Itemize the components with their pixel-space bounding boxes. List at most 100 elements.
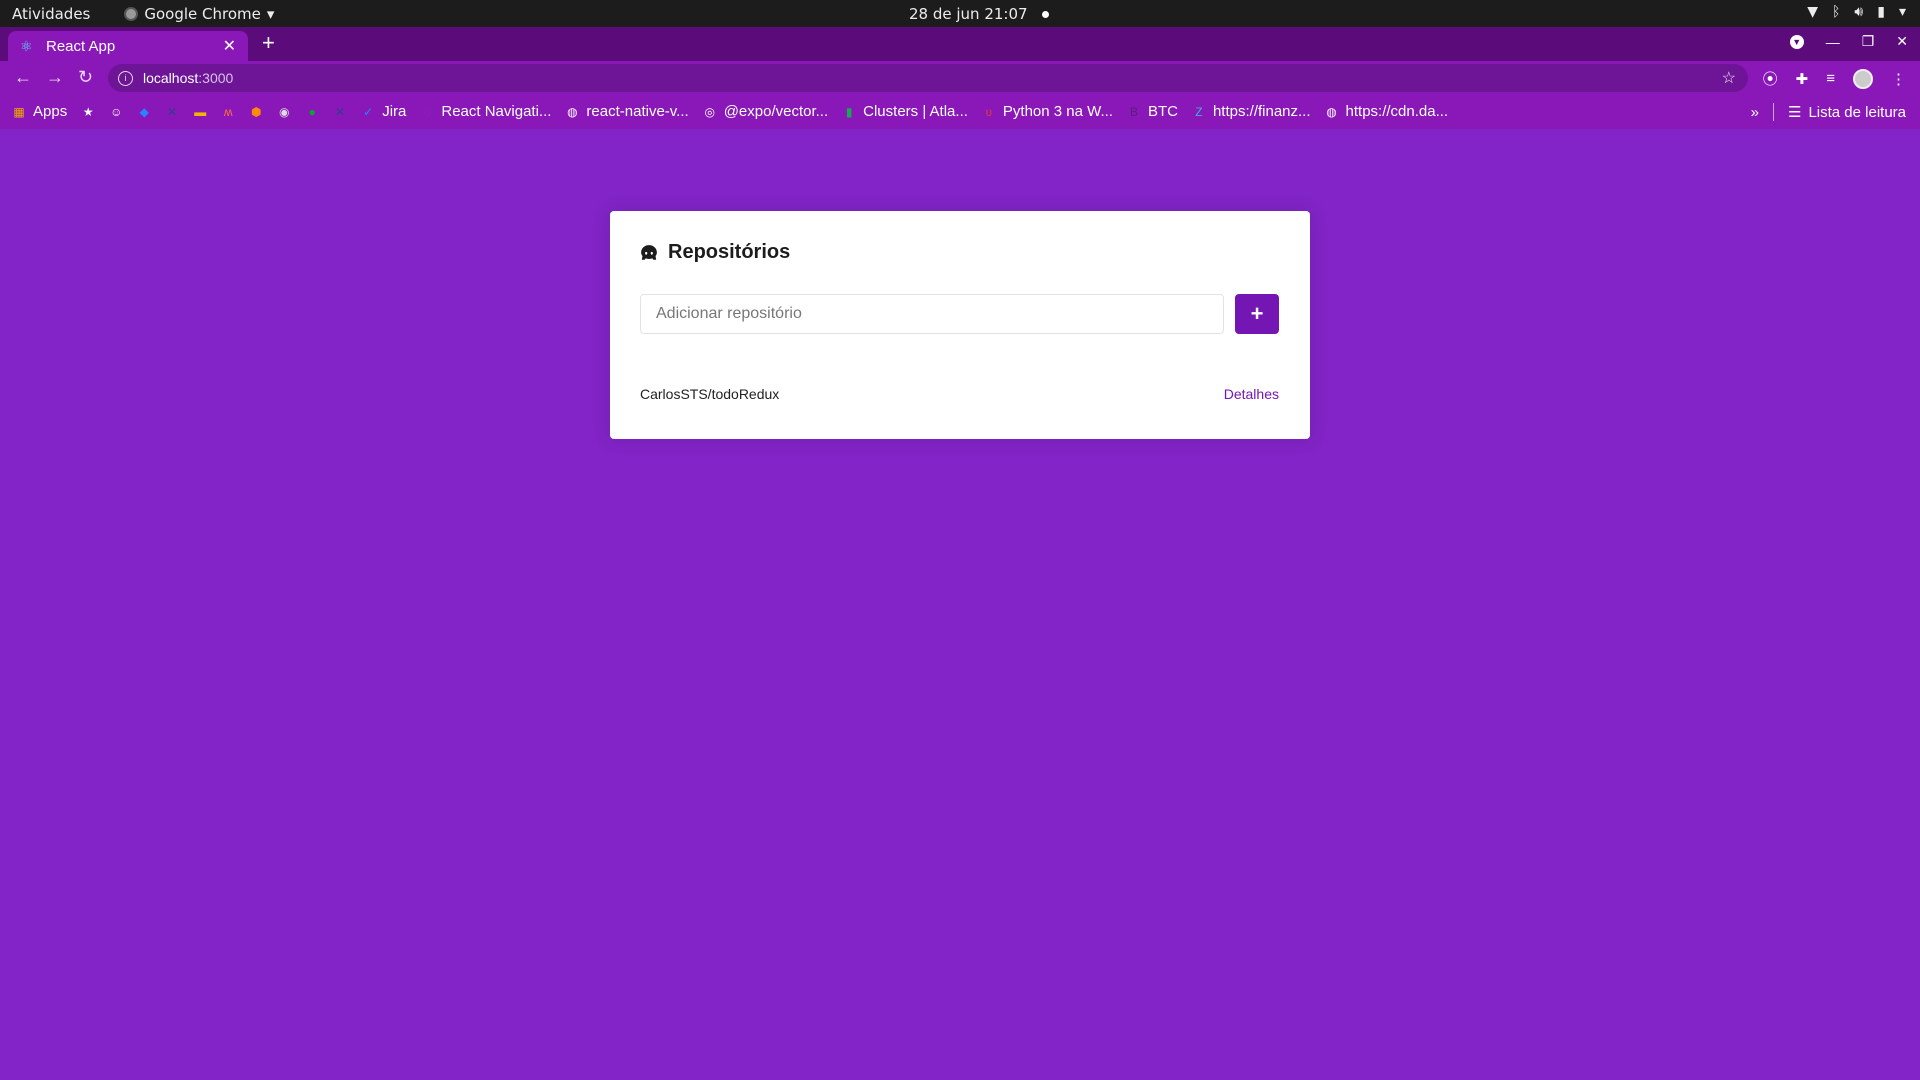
bookmark-label: BTC: [1147, 103, 1178, 120]
battery-icon[interactable]: ▮: [1877, 4, 1885, 20]
divider: [1772, 103, 1774, 121]
bookmark-item[interactable]: ●: [305, 105, 319, 119]
chrome-icon: [124, 7, 139, 21]
extension-icon[interactable]: ⦿: [1763, 68, 1778, 89]
add-repository-button[interactable]: +: [1235, 294, 1279, 334]
card-header: Repositórios: [640, 241, 790, 264]
app-name: Google Chrome: [144, 5, 261, 23]
smiley-icon: ☺: [110, 104, 123, 119]
mongodb-leaf-icon: ▮: [845, 104, 853, 119]
app-menu[interactable]: Google Chrome ▾: [124, 5, 274, 23]
new-tab-button[interactable]: +: [262, 30, 275, 56]
list-item: CarlosSTS/todoRedux Detalhes: [640, 386, 1279, 402]
bookmark-label: react-native-v...: [586, 103, 689, 120]
chevron-down-icon[interactable]: ▾: [1899, 4, 1906, 20]
page-title: Repositórios: [668, 241, 791, 263]
python-icon: ʋ: [985, 104, 993, 119]
volume-icon[interactable]: 🔊︎: [1854, 4, 1863, 20]
close-window-icon[interactable]: ✕: [1896, 33, 1908, 50]
tab-strip: ⚛ React App ✕: [0, 27, 1920, 61]
bookmark-item[interactable]: ▦ Apps: [12, 103, 67, 120]
tab-search-icon[interactable]: ▼: [1789, 34, 1804, 49]
notification-dot-icon: [1041, 10, 1049, 18]
bookmark-label: https://finanz...: [1212, 103, 1311, 120]
bookmark-item[interactable]: ✕: [165, 105, 179, 119]
address-bar[interactable]: i localhost:3000 ☆: [108, 64, 1748, 92]
wifi-icon[interactable]: ▼: [1807, 4, 1818, 20]
bookmark-label: https://cdn.da...: [1345, 103, 1449, 120]
bookmark-item[interactable]: ◍ https://cdn.da...: [1325, 103, 1449, 120]
globe-icon: ◍: [567, 104, 578, 119]
reload-icon[interactable]: ↻: [78, 67, 93, 88]
globe-icon: ◍: [1326, 104, 1337, 119]
restore-icon[interactable]: ❐: [1862, 33, 1875, 50]
reading-list-label: Lista de leitura: [1808, 103, 1906, 121]
bookmark-item[interactable]: ▬: [193, 105, 207, 119]
bluetooth-icon[interactable]: ᛒ: [1832, 4, 1840, 20]
profile-avatar[interactable]: [1853, 68, 1873, 89]
bookmark-label: Jira: [382, 103, 407, 120]
jira-icon: ✓: [363, 104, 374, 119]
star-icon: ★: [82, 104, 94, 119]
info-icon[interactable]: i: [118, 70, 133, 86]
clock[interactable]: 28 de jun 21:07: [909, 5, 1049, 23]
bookmark-item[interactable]: ▮ Clusters | Atla...: [842, 103, 968, 120]
bookmark-item[interactable]: ✕: [333, 105, 347, 119]
minimize-icon[interactable]: —: [1826, 34, 1840, 50]
details-link[interactable]: Detalhes: [1224, 386, 1279, 402]
tab-title: React App: [46, 37, 116, 55]
chevron-down-icon: ▾: [266, 5, 275, 23]
finance-icon: Z: [1195, 104, 1203, 119]
url-text: localhost:3000: [143, 70, 234, 86]
bookmark-label: Python 3 na W...: [1002, 103, 1113, 120]
card-icon: ▬: [194, 104, 207, 119]
bookmark-item[interactable]: ◍ react-native-v...: [565, 103, 689, 120]
bookmark-item[interactable]: ◆: [137, 105, 151, 119]
bookmark-item[interactable]: ◌ React Navigati...: [420, 103, 552, 120]
close-tab-icon[interactable]: ✕: [223, 36, 236, 56]
bookmark-label: Apps: [33, 103, 68, 120]
bookmark-label: @expo/vector...: [723, 103, 829, 120]
system-top-bar: Atividades Google Chrome ▾ 28 de jun 21:…: [0, 0, 1920, 27]
menu-icon[interactable]: ⋮: [1891, 70, 1906, 88]
bookmark-item[interactable]: ☺: [109, 105, 123, 119]
bookmark-item[interactable]: ◎ @expo/vector...: [703, 103, 828, 120]
activities-button[interactable]: Atividades: [12, 5, 90, 23]
bookmark-item[interactable]: ★: [81, 105, 95, 119]
repository-name: CarlosSTS/todoRedux: [640, 386, 780, 402]
bookmark-item[interactable]: ʍ: [221, 105, 235, 119]
bookmark-item[interactable]: ✓ Jira: [361, 103, 406, 120]
forward-icon[interactable]: →: [46, 67, 64, 88]
bookmark-label: React Navigati...: [441, 103, 552, 120]
bookmark-item[interactable]: B BTC: [1127, 103, 1178, 120]
bookmark-item[interactable]: Zhttps://finanz...: [1192, 103, 1311, 120]
media-icon[interactable]: ≡: [1826, 70, 1835, 87]
react-icon: ⚛: [20, 38, 33, 54]
x-icon: ✕: [335, 104, 346, 119]
box-icon: ⬢: [250, 104, 262, 119]
bookmark-label: Clusters | Atla...: [863, 103, 968, 120]
datetime: 28 de jun 21:07: [909, 5, 1028, 23]
btc-icon: B: [1129, 104, 1138, 119]
github-icon: [641, 244, 657, 260]
more-bookmarks-icon[interactable]: »: [1751, 104, 1759, 121]
bookmark-item[interactable]: ◉: [277, 105, 291, 119]
reading-list-button[interactable]: ☰ Lista de leitura: [1787, 103, 1906, 122]
x-icon: ✕: [167, 104, 178, 119]
postman-icon: ◉: [278, 104, 290, 119]
apps-grid-icon: ▦: [13, 104, 25, 119]
react-navigation-icon: ◌: [423, 104, 431, 119]
reading-list-icon: ☰: [1787, 104, 1802, 121]
add-repository-input[interactable]: [640, 294, 1224, 334]
evernote-icon: ●: [308, 104, 316, 119]
bookmarks-bar: ▦ Apps ★ ☺ ◆ ✕ ▬ ʍ ⬢ ◉ ● ✕ ✓ Jira ◌ React Navigati... ◍ r…: [0, 95, 1920, 129]
back-icon[interactable]: ←: [14, 67, 32, 88]
m-icon: ʍ: [223, 104, 233, 119]
puzzle-icon[interactable]: ✚: [1796, 70, 1809, 88]
bookmark-item[interactable]: ʋ Python 3 na W...: [982, 103, 1113, 120]
bookmark-star-icon[interactable]: ☆: [1722, 68, 1736, 88]
expo-icon: ◎: [704, 104, 715, 119]
browser-tab[interactable]: ⚛ React App ✕: [8, 31, 248, 61]
bookmark-item[interactable]: ⬢: [249, 105, 263, 119]
browser-toolbar: ← → ↻ i localhost:3000 ☆ ⦿ ✚ ≡ ⋮: [0, 61, 1920, 95]
